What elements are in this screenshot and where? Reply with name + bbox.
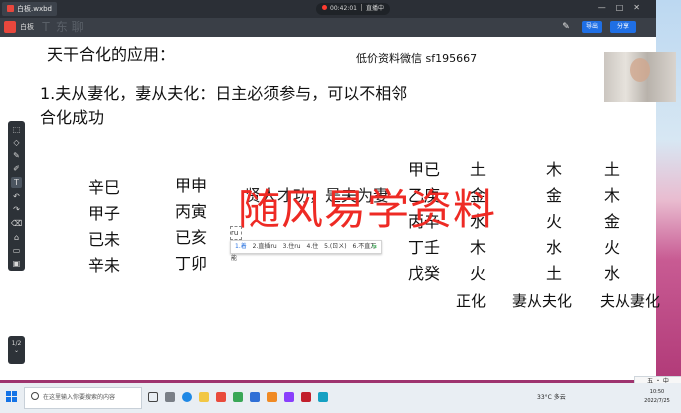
recording-indicator[interactable]: 00:42:01 直播中 <box>316 3 390 15</box>
rule-line-2: 合化成功 <box>40 108 105 127</box>
whiteboard-window: 白板.wxbd 00:42:01 直播中 —□✕ 白板 Ｔ 东 聊 ✎ 导出 分享… <box>0 0 660 380</box>
app-icon[interactable] <box>267 392 277 402</box>
ime-candidate[interactable]: 5.(ㄖㄨ) <box>324 243 346 250</box>
select-icon[interactable]: ⬚ <box>11 124 22 135</box>
page-controls[interactable]: 1/2 ⌄ <box>8 336 25 364</box>
list-item: 火 <box>604 238 621 257</box>
list-item: 金 <box>546 186 563 205</box>
list-item: 水 <box>604 264 621 283</box>
search-icon <box>31 392 39 400</box>
lock-icon[interactable]: ▭ <box>11 245 22 256</box>
rule-line-1: 1.夫从妻化，妻从夫化：日主必须参与，可以不相邻 <box>40 84 408 103</box>
taskbar: 在这里输入你要搜索的内容 33°C 多云 10:50 2022/7/25 <box>0 383 681 413</box>
app-logo-icon <box>4 21 16 33</box>
page-title: 天干合化的应用： <box>47 45 176 64</box>
list-item: 木 <box>470 238 487 257</box>
toolbar-ghost-text: Ｔ 东 聊 <box>40 20 84 34</box>
list-item: 木 <box>546 160 563 179</box>
tab-title: 白板.wxbd <box>17 5 52 13</box>
taskbar-search[interactable]: 在这里输入你要搜索的内容 <box>24 387 142 409</box>
label-zhenghua: 正化 <box>456 292 487 310</box>
ime-candidate[interactable]: 3.住ru <box>283 243 301 250</box>
eraser-icon[interactable]: ⌫ <box>11 218 22 229</box>
qicongfu-column: 木 金 火 水 土 <box>546 157 562 287</box>
app-icon[interactable] <box>318 392 328 402</box>
clock-time: 10:50 <box>649 389 665 395</box>
list-item: 已亥 <box>175 228 208 247</box>
text-icon[interactable]: T <box>11 177 22 188</box>
list-item: 丁卯 <box>175 254 208 273</box>
marker-icon[interactable]: ✐ <box>11 163 22 174</box>
ime-candidate-bar[interactable]: 1.着 2.直插ru 3.住ru 4.住 5.(ㄖㄨ) 6.不直万能 ⇆ <box>230 240 382 262</box>
ime-candidate[interactable]: 4.住 <box>307 243 319 250</box>
title-bar: 白板.wxbd 00:42:01 直播中 —□✕ <box>0 0 656 18</box>
record-time: 00:42:01 <box>330 5 357 12</box>
bazi-column-2: 甲申 丙寅 已亥 丁卯 <box>175 173 207 277</box>
windows-start-icon[interactable] <box>6 391 18 403</box>
undo-icon[interactable]: ↶ <box>11 191 22 202</box>
list-item: 土 <box>546 264 563 283</box>
app-toolbar <box>0 18 656 37</box>
redo-icon[interactable]: ↷ <box>11 204 22 215</box>
tool-palette: ⬚ ◇ ✎ ✐ T ↶ ↷ ⌫ ⌂ ▭ ▣ <box>8 121 25 271</box>
list-item: 火 <box>470 264 487 283</box>
label-fucongqi: 夫从妻化 <box>600 292 661 310</box>
task-view-icon[interactable] <box>165 392 175 402</box>
app-icon[interactable] <box>301 392 311 402</box>
ime-composition: ru <box>230 226 242 240</box>
fucongqi-column: 土 木 金 火 水 <box>604 157 620 287</box>
pen-mode-icon[interactable]: ✎ <box>560 21 572 33</box>
chat-app-icon[interactable] <box>233 392 243 402</box>
list-item: 甲子 <box>88 204 121 223</box>
cortana-icon[interactable] <box>148 392 158 402</box>
share-button[interactable]: 分享 <box>610 21 636 33</box>
presenter-face <box>630 58 650 82</box>
app-icon[interactable] <box>284 392 294 402</box>
list-item: 丙寅 <box>175 202 208 221</box>
clock-date: 2022/7/25 <box>644 398 670 404</box>
edge-browser-icon[interactable] <box>182 392 192 402</box>
document-icon <box>7 5 14 12</box>
list-item: 已未 <box>88 230 121 249</box>
file-explorer-icon[interactable] <box>199 392 209 402</box>
window-controls[interactable]: —□✕ <box>598 3 650 12</box>
word-icon[interactable] <box>250 392 260 402</box>
list-item: 金 <box>604 212 621 231</box>
shape-icon[interactable]: ◇ <box>11 137 22 148</box>
list-item: 丁壬 <box>408 238 441 257</box>
clip-icon[interactable]: ⌂ <box>11 232 22 243</box>
ime-candidate[interactable]: 2.直插ru <box>253 243 277 250</box>
bazi-column-1: 辛巳 甲子 已未 辛未 <box>88 175 120 279</box>
list-item: 甲申 <box>175 176 208 195</box>
list-item: 戊癸 <box>408 264 441 283</box>
whiteboard-app-icon[interactable] <box>216 392 226 402</box>
layers-icon[interactable]: ▣ <box>11 258 22 269</box>
list-item: 辛巳 <box>88 178 121 197</box>
list-item: 辛未 <box>88 256 121 275</box>
list-item: 土 <box>604 160 621 179</box>
pen-icon[interactable]: ✎ <box>11 150 22 161</box>
ime-page-arrows-icon[interactable]: ⇆ <box>372 241 377 253</box>
record-dot-icon <box>322 5 327 10</box>
app-name: 白板 <box>20 23 34 31</box>
list-item: 水 <box>546 238 563 257</box>
list-item: 木 <box>604 186 621 205</box>
chevron-down-icon[interactable]: ⌄ <box>8 347 25 354</box>
label-qicongfu: 妻从夫化 <box>512 292 573 310</box>
page-indicator: 1/2 <box>11 340 22 347</box>
system-clock[interactable]: 10:50 2022/7/25 <box>640 388 674 406</box>
record-label: 直播中 <box>365 5 384 12</box>
ime-candidate[interactable]: 1.着 <box>235 243 247 250</box>
weather-status[interactable]: 33°C 多云 <box>537 392 566 401</box>
search-placeholder: 在这里输入你要搜索的内容 <box>43 394 116 401</box>
list-item: 火 <box>546 212 563 231</box>
document-tab[interactable]: 白板.wxbd <box>2 2 57 16</box>
webcam-overlay <box>604 52 676 102</box>
ime-popup[interactable]: ru 1.着 2.直插ru 3.住ru 4.住 5.(ㄖㄨ) 6.不直万能 ⇆ <box>230 226 382 262</box>
export-button[interactable]: 导出 <box>582 21 602 33</box>
contact-note: 低价资料微信 sf195667 <box>356 52 478 65</box>
